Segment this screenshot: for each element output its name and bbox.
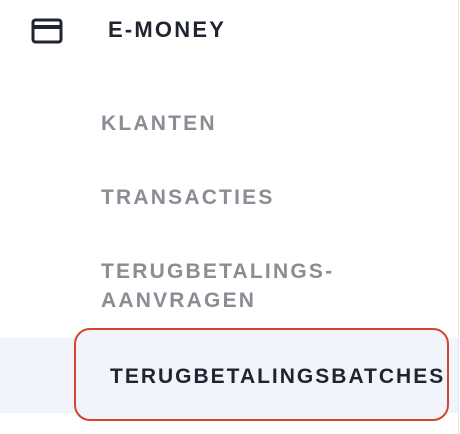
sidebar-item-label-line-1: TERUGBETALINGS- bbox=[101, 260, 335, 283]
sidebar-divider bbox=[458, 0, 459, 434]
sidebar-item-label-active: TERUGBETALINGSBATCHES bbox=[110, 365, 446, 388]
credit-card-icon bbox=[31, 18, 63, 44]
sidebar-nav: E-MONEY KLANTEN TRANSACTIES TERUGBETALIN… bbox=[0, 0, 460, 434]
sidebar-item-terugbetalingsbatches[interactable]: TERUGBETALINGSBATCHES bbox=[74, 328, 449, 421]
sidebar-item-terugbetalingsaanvragen[interactable]: TERUGBETALINGS- AANVRAGEN bbox=[101, 257, 334, 315]
sidebar-item-label-line-2: AANVRAGEN bbox=[101, 289, 257, 312]
section-header-emoney[interactable]: E-MONEY bbox=[0, 0, 458, 62]
sidebar-item-klanten[interactable]: KLANTEN bbox=[101, 109, 217, 138]
section-title: E-MONEY bbox=[108, 17, 227, 42]
sidebar-item-transacties[interactable]: TRANSACTIES bbox=[101, 183, 275, 212]
